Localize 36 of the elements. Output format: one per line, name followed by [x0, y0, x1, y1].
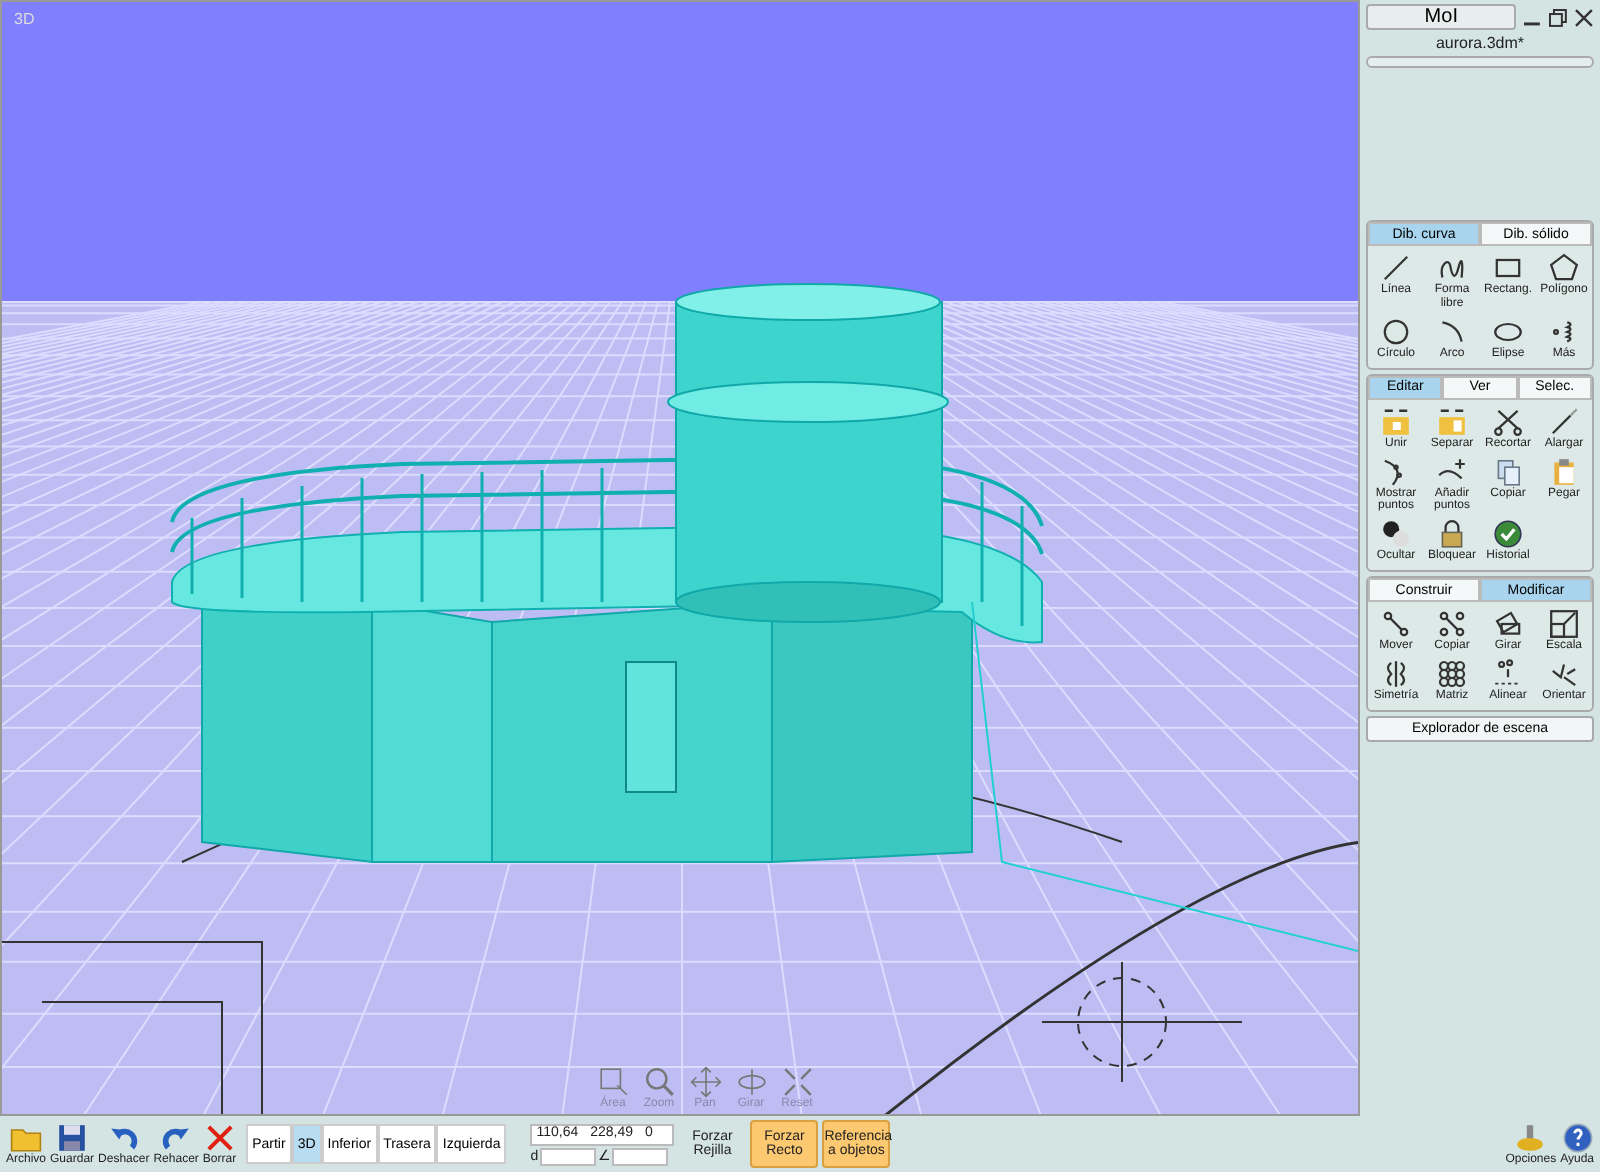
close-icon[interactable] [1574, 7, 1594, 27]
angle-field[interactable] [612, 1147, 669, 1165]
delete-icon [203, 1122, 236, 1154]
distance-field[interactable] [540, 1147, 597, 1165]
move-icon [1380, 608, 1412, 641]
pentagon-icon [1548, 252, 1580, 284]
app-title-button[interactable]: MoI [1366, 4, 1517, 30]
magnifier-icon [643, 1066, 675, 1098]
cross-arrows-icon [689, 1066, 721, 1098]
checkmark-circle-icon [1492, 518, 1524, 551]
extend-icon [1548, 405, 1580, 438]
circle-grid-icon [1436, 658, 1468, 691]
help-icon [1561, 1122, 1594, 1154]
scissors-icon [1492, 405, 1524, 438]
copy-icon [1492, 455, 1524, 488]
split-icon [1436, 405, 1468, 438]
viewport-label: 3D [14, 10, 35, 28]
area-icon [597, 1066, 629, 1098]
join-icon [1380, 405, 1412, 438]
connected-nodes-icon [1436, 608, 1468, 641]
redo-icon [160, 1122, 193, 1154]
circle-icon [1380, 315, 1412, 348]
orbit-icon [735, 1066, 767, 1098]
orient-icon [1548, 658, 1580, 691]
paste-icon [1548, 455, 1580, 488]
line-icon [1380, 252, 1412, 284]
scale-icon [1548, 608, 1580, 641]
balls-icon [1380, 518, 1412, 551]
floppy-icon [56, 1122, 89, 1154]
padlock-icon [1436, 518, 1468, 551]
settings-icon [1514, 1122, 1547, 1154]
corner-arrows-icon [781, 1066, 813, 1098]
file-name: aurora.3dm* [1433, 34, 1527, 52]
undo-icon [107, 1122, 140, 1154]
rotate-icon [1492, 608, 1524, 641]
restore-icon[interactable] [1548, 7, 1569, 27]
